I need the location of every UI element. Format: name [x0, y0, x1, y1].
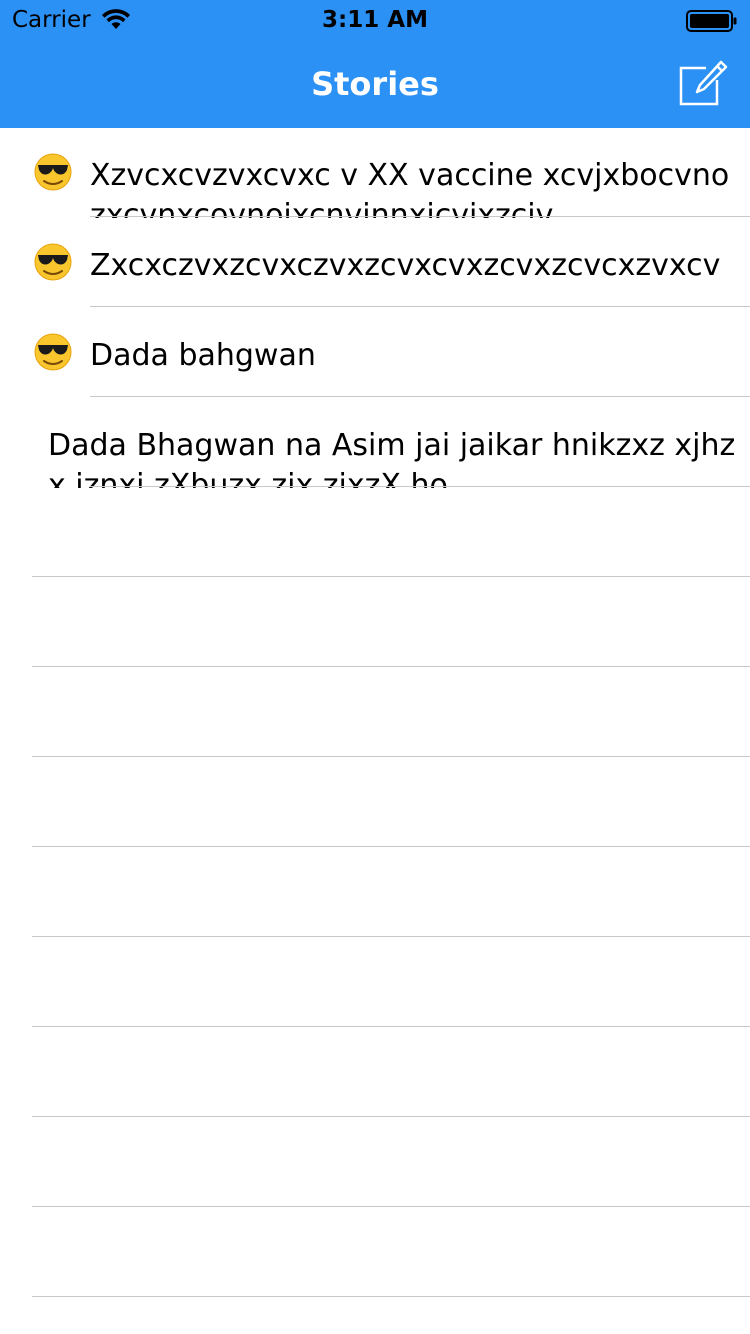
empty-row-separator: [32, 666, 750, 667]
status-bar: Carrier 3:11 AM: [0, 0, 750, 40]
story-text: Xzvcxcvzvxcvxc v XX vaccine xcvjxbocvnoz…: [90, 158, 730, 218]
empty-row-separator: [32, 1026, 750, 1027]
smiling-face-with-sunglasses-emoji-icon: [33, 152, 73, 192]
story-row[interactable]: Xzvcxcvzvxcvxc v XX vaccine xcvjxbocvnoz…: [0, 128, 750, 218]
header: Carrier 3:11 AM Stories: [0, 0, 750, 128]
smiling-face-with-sunglasses-emoji-icon: [33, 332, 73, 372]
story-text: Dada bahgwan: [90, 338, 316, 373]
empty-row-separator: [32, 1296, 750, 1297]
compose-button[interactable]: [676, 58, 730, 108]
story-text: Zxcxczvxzcvxczvxzcvxcvxzcvxzcvcxzvxcv: [90, 248, 721, 283]
battery-full-icon: [686, 9, 738, 33]
empty-row-separator: [32, 1206, 750, 1207]
story-row[interactable]: Dada Bhagwan na Asim jai jaikar hnikzxz …: [0, 398, 750, 488]
compose-icon: [676, 58, 730, 108]
row-separator: [90, 396, 750, 397]
empty-row-separator: [32, 846, 750, 847]
page-title: Stories: [311, 65, 439, 103]
smiling-face-with-sunglasses-emoji-icon: [33, 242, 73, 282]
story-text: Dada Bhagwan na Asim jai jaikar hnikzxz …: [48, 428, 736, 488]
empty-row-separator: [32, 576, 750, 577]
story-row[interactable]: Dada bahgwan: [0, 308, 750, 398]
story-row[interactable]: Zxcxczvxzcvxczvxzcvxcvxzcvxzcvcxzvxcv: [0, 218, 750, 308]
row-separator: [90, 216, 750, 217]
row-separator: [90, 306, 750, 307]
stories-table: Xzvcxcvzvxcvxc v XX vaccine xcvjxbocvnoz…: [0, 128, 750, 1334]
stories-screen: Carrier 3:11 AM Stories Xzvcxcvzvxcvxc v…: [0, 0, 750, 1334]
empty-row-separator: [32, 936, 750, 937]
navigation-bar: Stories: [0, 40, 750, 128]
empty-row-separator: [32, 756, 750, 757]
status-time: 3:11 AM: [322, 7, 428, 33]
empty-row-separator: [32, 1116, 750, 1117]
row-separator: [90, 486, 750, 487]
